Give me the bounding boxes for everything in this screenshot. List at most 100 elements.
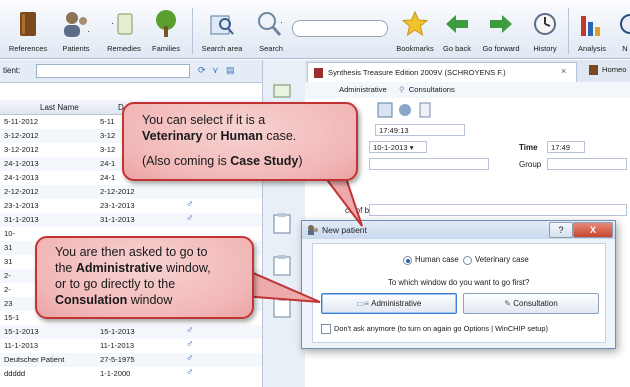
star-icon [401,10,429,37]
toolbar-label: Patients [62,44,90,53]
toolbar-references-button[interactable]: References [6,6,50,56]
toolbar-search-area-button[interactable]: Search area [198,6,246,56]
chart-icon [581,16,600,36]
patient-search-input[interactable] [36,64,190,78]
refresh-icon[interactable]: ⟳ [198,65,206,76]
book-tab-bar: Synthesis Treasure Edition 2009V (SCHROY… [305,60,630,83]
patient-last-name-cell: 3-12-2012 [4,131,39,140]
toolbar-bookmarks-button[interactable]: Bookmarks [394,6,436,56]
tree-icon [156,10,176,37]
toolbar-history-button[interactable]: History [528,6,562,56]
callout-text: (Also coming is [142,154,231,168]
dont-ask-label: Don't ask anymore (to turn on again go O… [334,324,548,333]
veterinary-case-label: Veterinary case [475,255,529,264]
toolbar-families-button[interactable]: Families [146,6,186,56]
svg-text:·: · [87,26,90,36]
table-row[interactable]: 31-1-2013 31-1-2013 ♂ [0,213,262,227]
toolbar-remedies-button[interactable]: · Remedies [104,6,144,56]
callout-text: case. [262,129,297,143]
column-header-last-name[interactable]: Last Name [40,103,79,112]
callout-text: the [55,261,76,275]
toolbar-search-input[interactable] [292,20,388,37]
close-button[interactable]: X [573,222,613,238]
book-tab-2[interactable]: Homeo [602,65,626,74]
toolbar-label: Families [152,44,180,53]
patients-icon: · [64,12,90,37]
save-icon[interactable] [377,102,393,118]
list-icon[interactable]: ▤ [226,65,235,76]
administrative-button[interactable]: ▭≡ Administrative [321,293,457,314]
callout-window-choice: You are then asked to go to the Administ… [35,236,254,319]
toolbar-search-button[interactable]: · Search [254,6,288,56]
close-icon[interactable]: × [561,66,566,76]
toolbar-go-forward-button[interactable]: Go forward [480,6,522,56]
dont-ask-checkbox[interactable] [321,324,331,334]
table-row[interactable]: 11-1-2013 11-1-2013 ♂ [0,339,262,353]
table-row[interactable]: 15-1-2013 15-1-2013 ♂ [0,325,262,339]
patient-last-name-cell: 3-12-2012 [4,145,39,154]
callout-text: window [127,293,173,307]
table-row[interactable]: 23-1-2013 23-1-2013 ♂ [0,199,262,213]
patient-date-cell: 15-1-2013 [100,327,135,336]
time-field[interactable]: 17:49 [547,141,585,153]
tab-administrative[interactable]: Administrative [339,85,387,94]
toolbar-analysis-button[interactable]: Analysis [574,6,610,56]
table-row[interactable]: Deutscher Patient 27-5-1975 ♂ [0,353,262,367]
patient-last-name-cell: 31-1-2013 [4,215,39,224]
callout-text: window, [162,261,211,275]
toolbar-label: Go forward [482,44,520,53]
toolbar-label: Analysis [578,44,606,53]
arrow-left-icon [446,15,468,33]
patient-last-name-cell: 15-1-2013 [4,327,39,336]
patient-last-name-cell: 5-11-2012 [4,117,39,126]
pen-icon: ✎ [504,299,511,308]
birth-date-field[interactable]: 10-1-2013 ▾ [369,141,427,153]
filter-icon[interactable]: ⋎ [212,65,219,76]
time-created-field[interactable]: 17:49:13 [375,124,465,136]
administrative-button-label: Administrative [371,299,422,308]
books-icon [20,12,36,36]
callout-text: or [202,129,221,143]
toolbar-patients-button[interactable]: · Patients [56,6,96,56]
tab-consultations[interactable]: ⚲ Consultations [399,85,455,94]
consultation-button[interactable]: ✎ Consultation [463,293,599,314]
consultation-button-label: Consultation [513,299,558,308]
human-case-label: Human case [415,255,459,264]
callout-text: You are then asked to go to [55,245,208,259]
callout-text: or to go directly to the [55,277,176,291]
group-field[interactable] [547,158,627,170]
book-tab-active[interactable]: Synthesis Treasure Edition 2009V (SCHROY… [307,62,577,83]
clock-icon [534,13,556,35]
patient-last-name-cell: 11-1-2013 [4,341,39,350]
patient-photo-icon[interactable] [397,102,413,118]
toolbar-go-back-button[interactable]: Go back [440,6,474,56]
callout-case-type: You can select if it is a Veterinary or … [122,102,358,181]
document-icon[interactable] [273,84,291,98]
patient-last-name-cell: 23 [4,299,13,308]
help-button[interactable]: ? [549,222,573,238]
patient-last-name-cell: 31 [4,257,13,266]
patient-last-name-cell: ddddd [4,369,26,378]
consult-icon: ⚲ [399,85,405,94]
settings-icon[interactable] [417,102,433,118]
human-case-radio[interactable] [403,256,412,265]
patient-date-cell: 3-12 [100,145,116,154]
callout-text: You can select if it is a [142,112,265,128]
patient-sex-cell: ♂ [186,199,194,210]
table-row[interactable]: 2-12-2012 2-12-2012 [0,185,262,199]
patient-last-name-cell: 24-1-2013 [4,159,39,168]
book-icon [589,65,598,75]
clipboard-icon[interactable] [273,212,291,234]
more-icon [620,14,630,34]
veterinary-case-radio[interactable] [463,256,472,265]
toolbar-more-button[interactable]: N [618,6,630,56]
patient-last-name-cell: 10- [4,229,15,238]
table-row[interactable]: ddddd 1-1-2000 ♂ [0,367,262,381]
name-field[interactable] [369,158,489,170]
callout-text: You can select if it is a [142,113,266,127]
patient-sex-cell: ♂ [186,339,194,350]
patient-last-name-cell: 23-1-2013 [4,201,39,210]
patient-date-cell: 27-5-1975 [100,355,135,364]
callout-text: Administrative [75,261,163,275]
place-of-birth-field[interactable] [369,204,627,216]
